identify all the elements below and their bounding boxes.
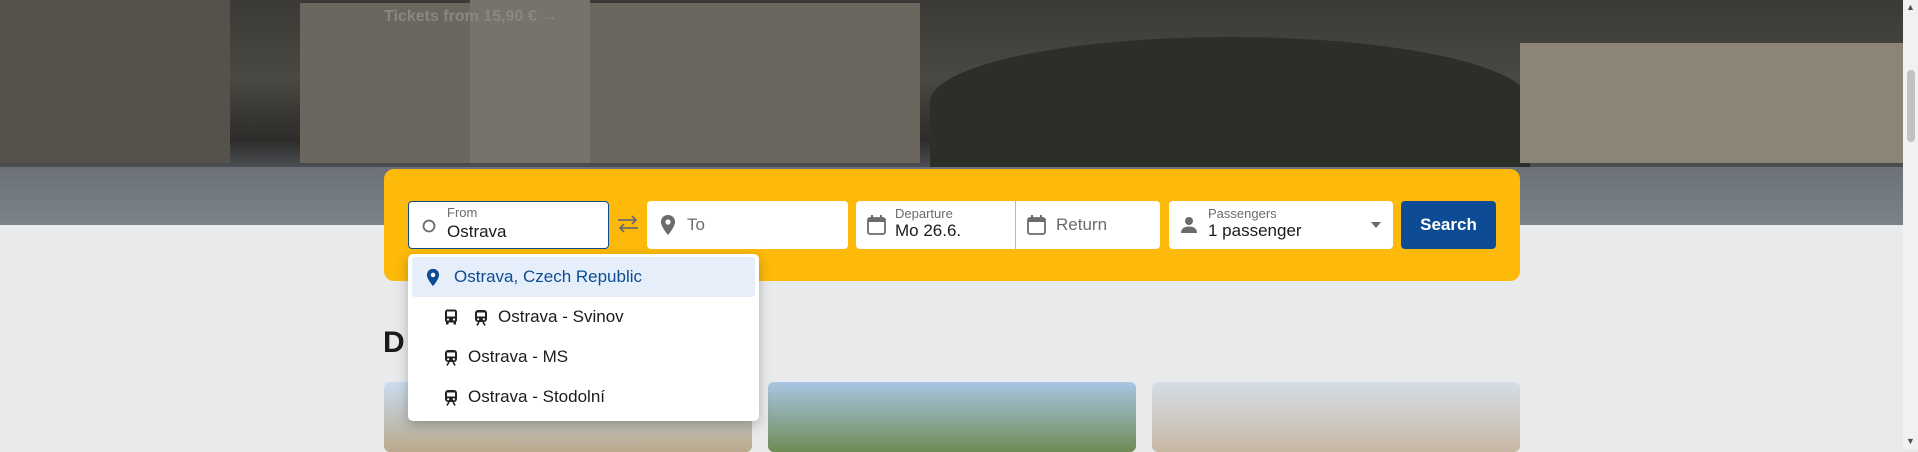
- hero-castle: [1520, 43, 1903, 163]
- passengers-label: Passengers: [1208, 206, 1277, 221]
- scrollbar[interactable]: ▲ ▼: [1903, 0, 1918, 449]
- departure-label: Departure: [895, 206, 953, 221]
- suggestion-item[interactable]: Ostrava - Svinov: [412, 297, 755, 337]
- destination-card[interactable]: [768, 382, 1136, 452]
- train-icon: [445, 349, 457, 366]
- search-button[interactable]: Search: [1401, 201, 1496, 249]
- return-field[interactable]: Return: [1016, 201, 1160, 249]
- origin-circle-icon: [422, 219, 436, 233]
- from-field[interactable]: From Ostrava: [408, 201, 609, 249]
- suggestion-label: Ostrava - Svinov: [498, 307, 624, 326]
- from-label: From: [447, 205, 478, 220]
- calendar-icon: [867, 215, 886, 235]
- destination-card[interactable]: [1152, 382, 1520, 452]
- suggestion-item[interactable]: Ostrava - Stodolní: [412, 377, 755, 417]
- bus-icon: [445, 309, 457, 325]
- train-icon: [475, 309, 487, 326]
- scroll-down-icon[interactable]: ▼: [1906, 436, 1915, 446]
- suggestion-label: Ostrava - Stodolní: [468, 387, 606, 406]
- to-field[interactable]: To: [647, 201, 848, 249]
- to-input[interactable]: To: [687, 215, 705, 235]
- scrollbar-thumb[interactable]: [1907, 70, 1915, 142]
- section-heading: D: [383, 326, 405, 359]
- hero-building: [0, 0, 230, 163]
- departure-field[interactable]: Departure Mo 26.6.: [856, 201, 1015, 249]
- swap-icon[interactable]: [615, 211, 641, 237]
- hero-parliament: [300, 3, 920, 163]
- location-pin-icon: [426, 268, 440, 286]
- passengers-value[interactable]: 1 passenger: [1208, 221, 1302, 241]
- suggestion-label: Ostrava - MS: [468, 347, 569, 366]
- from-input[interactable]: Ostrava: [447, 222, 507, 242]
- hero-hill: [930, 37, 1530, 167]
- promo-link[interactable]: Tickets from 15,90 € →: [384, 8, 557, 26]
- calendar-icon: [1027, 215, 1046, 235]
- suggestion-item[interactable]: Ostrava, Czech Republic: [412, 257, 755, 297]
- location-pin-icon: [661, 215, 675, 235]
- departure-value[interactable]: Mo 26.6.: [895, 221, 961, 241]
- person-icon: [1181, 217, 1197, 233]
- return-input[interactable]: Return: [1056, 215, 1107, 235]
- chevron-down-icon: [1371, 222, 1381, 228]
- suggestion-item[interactable]: Ostrava - MS: [412, 337, 755, 377]
- train-icon: [445, 389, 457, 406]
- passengers-field[interactable]: Passengers 1 passenger: [1169, 201, 1393, 249]
- suggestion-label: Ostrava, Czech Republic: [454, 267, 643, 286]
- suggestions-dropdown: Ostrava, Czech Republic Ostrava - Svinov…: [408, 254, 759, 421]
- scroll-up-icon[interactable]: ▲: [1906, 2, 1915, 12]
